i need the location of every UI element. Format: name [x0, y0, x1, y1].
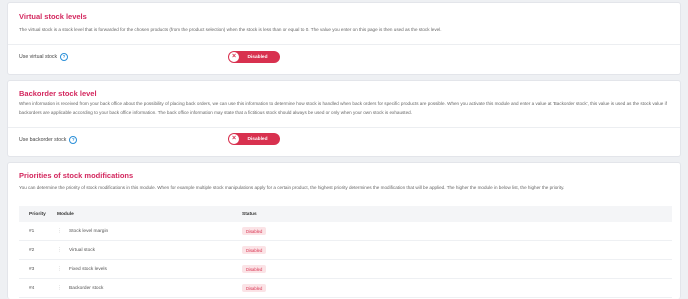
status-column-header: Status [242, 211, 257, 217]
divider [8, 44, 680, 45]
use-backorder-stock-toggle[interactable]: × Disabled [228, 133, 280, 145]
use-backorder-stock-label: Use backorder stock ? [19, 136, 78, 144]
module-cell: ⋮ Stock level margin [57, 228, 242, 234]
table-row[interactable]: #4 ⋮ Backorder stock Disabled [19, 279, 672, 298]
help-icon[interactable]: ? [69, 136, 78, 144]
drag-handle-icon[interactable]: ⋮ [57, 247, 69, 253]
backorder-stock-description: When information is received from your b… [19, 101, 667, 115]
drag-handle-icon[interactable]: ⋮ [57, 285, 69, 291]
module-name: Virtual stock [69, 247, 96, 253]
table-header: Priority Module Status [19, 206, 672, 222]
close-icon: × [229, 134, 239, 144]
use-virtual-stock-text: Use virtual stock [19, 54, 58, 60]
settings-page: Virtual stock levels The virtual stock i… [0, 0, 688, 299]
divider [8, 127, 680, 128]
module-name: Backorder stock [69, 285, 104, 291]
toggle-label: Disabled [247, 136, 268, 142]
toggle-label: Disabled [247, 54, 268, 60]
status-badge: Disabled [242, 246, 267, 254]
use-virtual-stock-label: Use virtual stock ? [19, 53, 69, 61]
status-badge: Disabled [242, 265, 267, 273]
priority-cell: #1 [29, 228, 35, 234]
table-row[interactable]: #3 ⋮ Fixed stock levels Disabled [19, 260, 672, 279]
status-cell: Disabled [242, 284, 672, 292]
module-column-header: Module [57, 211, 74, 217]
priorities-table: Priority Module Status #1 ⋮ Stock level … [19, 206, 672, 298]
status-cell: Disabled [242, 265, 672, 273]
use-backorder-stock-text: Use backorder stock [19, 137, 67, 143]
module-cell: ⋮ Virtual stock [57, 247, 242, 253]
drag-handle-icon[interactable]: ⋮ [57, 266, 69, 272]
status-badge: Disabled [242, 227, 267, 235]
drag-handle-icon[interactable]: ⋮ [57, 228, 69, 234]
priority-cell: #4 [29, 285, 35, 291]
virtual-stock-card: Virtual stock levels The virtual stock i… [7, 2, 681, 75]
priority-cell: #3 [29, 266, 35, 272]
priorities-card: Priorities of stock modifications You ca… [7, 162, 681, 299]
priority-column-header: Priority [29, 211, 46, 217]
close-icon: × [229, 52, 239, 62]
module-name: Stock level margin [69, 228, 109, 234]
status-badge: Disabled [242, 284, 267, 292]
priorities-title: Priorities of stock modifications [19, 171, 134, 180]
status-cell: Disabled [242, 246, 672, 254]
virtual-stock-title: Virtual stock levels [19, 12, 87, 21]
priority-cell: #2 [29, 247, 35, 253]
status-cell: Disabled [242, 227, 672, 235]
virtual-stock-description: The virtual stock is a stock level that … [19, 27, 442, 32]
priorities-description: You can determine the priority of stock … [19, 185, 565, 190]
use-virtual-stock-toggle[interactable]: × Disabled [228, 51, 280, 63]
module-cell: ⋮ Fixed stock levels [57, 266, 242, 272]
module-name: Fixed stock levels [69, 266, 107, 272]
help-icon[interactable]: ? [60, 53, 69, 61]
module-cell: ⋮ Backorder stock [57, 285, 242, 291]
table-row[interactable]: #2 ⋮ Virtual stock Disabled [19, 241, 672, 260]
table-row[interactable]: #1 ⋮ Stock level margin Disabled [19, 222, 672, 241]
backorder-stock-card: Backorder stock level When information i… [7, 80, 681, 157]
backorder-stock-title: Backorder stock level [19, 89, 97, 98]
